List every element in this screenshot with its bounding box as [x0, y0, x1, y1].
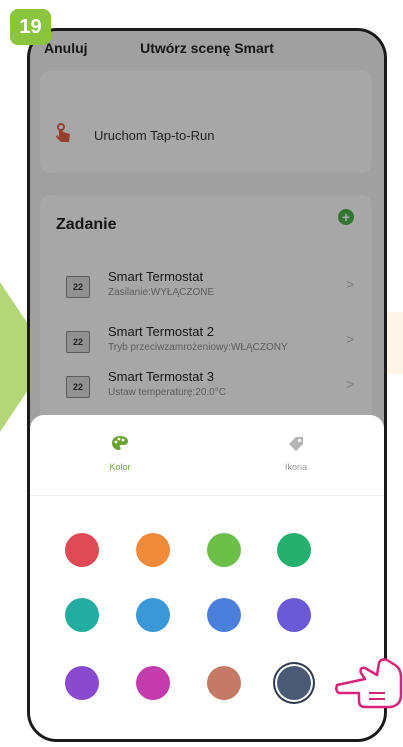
tag-icon: [287, 437, 305, 455]
color-swatch[interactable]: [277, 533, 311, 567]
tab-color[interactable]: Kolor: [90, 435, 150, 472]
divider: [30, 495, 384, 496]
color-swatch[interactable]: [136, 666, 170, 700]
palette-icon: [111, 436, 129, 455]
color-swatch[interactable]: [207, 666, 241, 700]
icon-color-sheet: Kolor Ikona: [30, 415, 384, 739]
color-swatch[interactable]: [136, 533, 170, 567]
pointer-hand-icon: [335, 655, 403, 710]
tab-color-label: Kolor: [109, 462, 131, 472]
tab-icon-label: Ikona: [284, 462, 308, 472]
color-swatch[interactable]: [65, 598, 99, 632]
color-swatch[interactable]: [136, 598, 170, 632]
phone-frame: Anuluj Utwórz scenę Smart Uruchom Tap-to…: [27, 28, 387, 742]
color-swatch[interactable]: [277, 598, 311, 632]
color-swatch[interactable]: [207, 533, 241, 567]
step-badge: 19: [10, 9, 51, 45]
tab-icon[interactable]: Ikona: [266, 435, 326, 472]
color-swatch[interactable]: [65, 533, 99, 567]
color-swatch[interactable]: [207, 598, 241, 632]
color-swatch[interactable]: [65, 666, 99, 700]
color-swatch[interactable]: [277, 666, 311, 700]
